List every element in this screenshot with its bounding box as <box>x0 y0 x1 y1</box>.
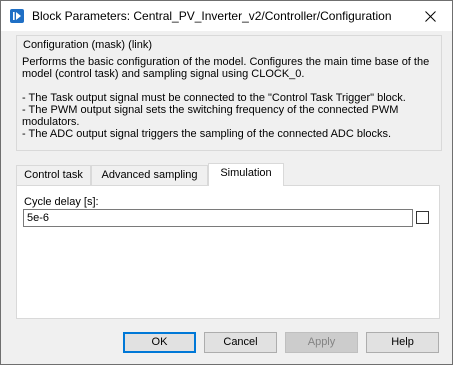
simulink-block-icon <box>10 9 24 23</box>
mask-group-label: Configuration (mask) (link) <box>22 39 153 51</box>
ok-button[interactable]: OK <box>123 332 196 353</box>
close-icon <box>424 10 436 22</box>
tab-control-task[interactable]: Control task <box>16 165 91 185</box>
help-button[interactable]: Help <box>366 332 439 353</box>
title-bar[interactable]: Block Parameters: Central_PV_Inverter_v2… <box>1 1 452 31</box>
window-title: Block Parameters: Central_PV_Inverter_v2… <box>32 9 392 23</box>
tab-advanced-sampling[interactable]: Advanced sampling <box>91 165 208 185</box>
cancel-button[interactable]: Cancel <box>204 332 277 353</box>
mask-description: Performs the basic configuration of the … <box>22 56 437 140</box>
block-parameters-dialog: Block Parameters: Central_PV_Inverter_v2… <box>0 0 453 365</box>
description-line: - The Task output signal must be connect… <box>22 92 406 104</box>
apply-button[interactable]: Apply <box>285 332 358 353</box>
tab-simulation[interactable]: Simulation <box>208 163 284 186</box>
cycle-delay-checkbox[interactable] <box>416 211 429 224</box>
cycle-delay-label: Cycle delay [s]: <box>24 196 99 208</box>
description-line: - The PWM output signal sets the switchi… <box>22 104 399 128</box>
description-line: Performs the basic configuration of the … <box>22 56 430 80</box>
close-button[interactable] <box>408 1 452 31</box>
cycle-delay-input[interactable]: 5e-6 <box>23 209 413 227</box>
tab-bar: Control task Advanced sampling Simulatio… <box>16 163 440 186</box>
description-line: - The ADC output signal triggers the sam… <box>22 128 392 140</box>
